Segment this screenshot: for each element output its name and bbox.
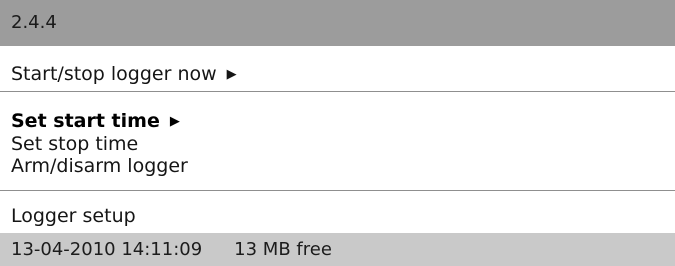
menu-item-set-stop-time[interactable]: Set stop time — [11, 133, 138, 155]
menu-item-logger-setup[interactable]: Logger setup — [11, 205, 136, 227]
status-datetime: 13-04-2010 14:11:09 — [11, 239, 203, 260]
menu-divider — [0, 190, 675, 191]
submenu-arrow-icon: ▶ — [169, 114, 180, 129]
menu-path: 2.4.4 — [11, 12, 57, 33]
menu-item-label: Arm/disarm logger — [11, 155, 188, 177]
menu-item-set-start-time[interactable]: Set start time ▶ — [11, 110, 180, 133]
menu-item-label: Start/stop logger now — [11, 63, 217, 85]
status-free-space: 13 MB free — [234, 239, 332, 260]
title-bar: 2.4.4 — [0, 0, 675, 46]
status-bar: 13-04-2010 14:11:09 13 MB free — [0, 233, 675, 266]
menu-item-label: Set stop time — [11, 133, 139, 155]
menu-item-label: Set start time — [11, 110, 160, 132]
menu-item-label: Logger setup — [11, 205, 136, 227]
logger-menu-screen: 2.4.4 Start/stop logger now ▶ Set start t… — [0, 0, 675, 266]
menu-item-start-stop-logger-now[interactable]: Start/stop logger now ▶ — [11, 63, 237, 86]
menu-divider — [0, 91, 675, 92]
menu-item-arm-disarm-logger[interactable]: Arm/disarm logger — [11, 155, 188, 177]
submenu-arrow-icon: ▶ — [226, 67, 237, 82]
